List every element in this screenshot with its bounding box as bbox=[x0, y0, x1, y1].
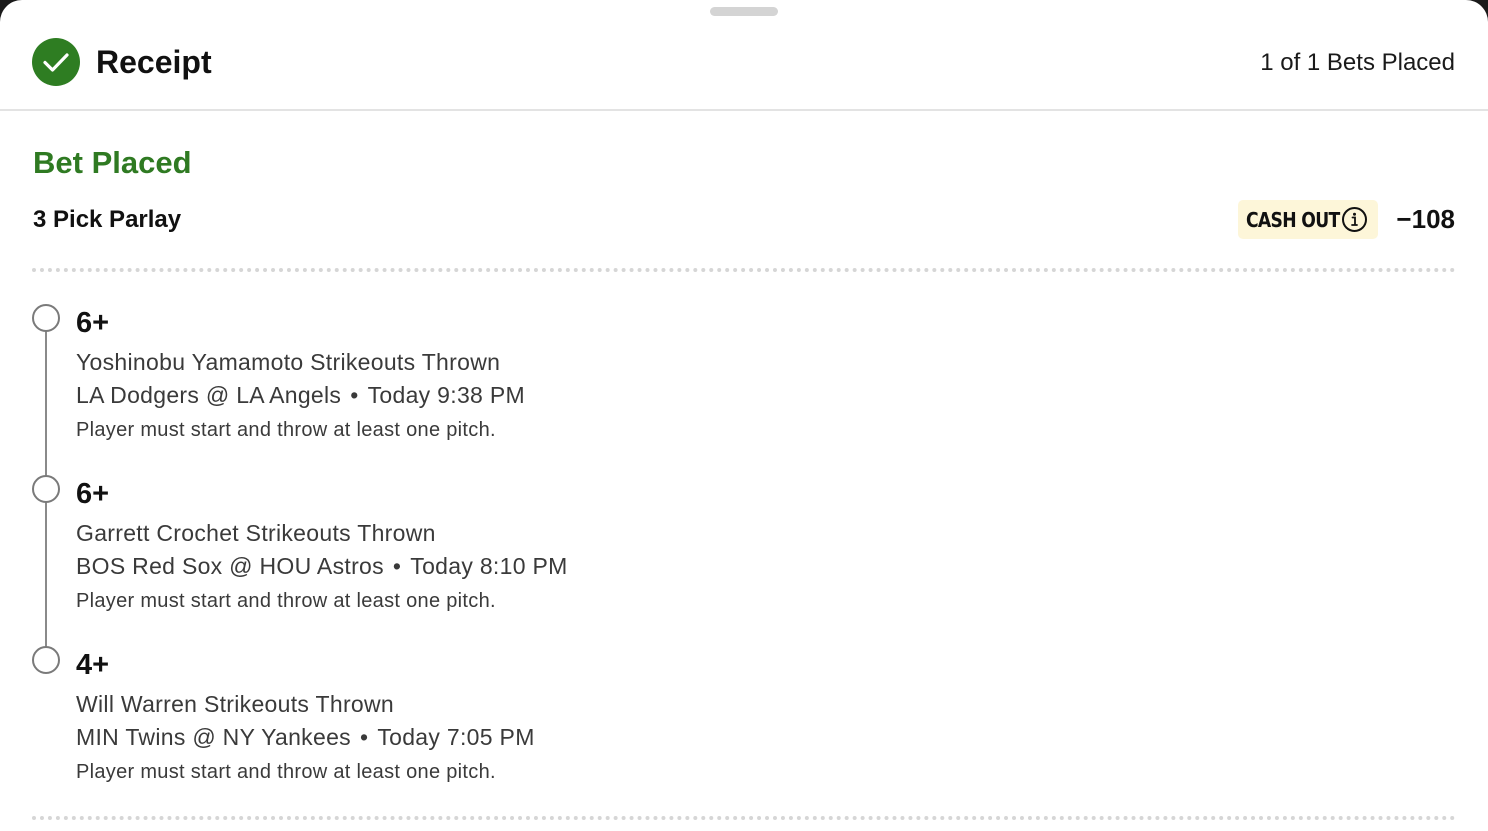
receipt-sheet: Receipt 1 of 1 Bets Placed Bet Placed 3 … bbox=[0, 0, 1488, 831]
leg-time: Today 8:10 PM bbox=[410, 553, 568, 579]
bet-type: 3 Pick Parlay bbox=[33, 206, 182, 233]
leg-line: 6+ bbox=[76, 307, 110, 339]
leg-market: Garrett Crochet Strikeouts Thrown bbox=[76, 520, 436, 546]
parlay-leg: 6+ Garrett Crochet Strikeouts Thrown BOS… bbox=[0, 471, 800, 641]
info-icon[interactable] bbox=[1341, 206, 1368, 233]
bet-odds: −108 bbox=[1396, 204, 1455, 234]
leg-game-info: MIN Twins @ NY Yankees • Today 7:05 PM bbox=[76, 722, 535, 752]
checkmark-circle-icon bbox=[32, 38, 80, 86]
cash-out-label: CASH OUT bbox=[1246, 208, 1340, 232]
cash-out-badge[interactable]: CASH OUT bbox=[1238, 200, 1378, 239]
hollow-circle-icon bbox=[32, 304, 60, 332]
leg-game-info: LA Dodgers @ LA Angels • Today 9:38 PM bbox=[76, 380, 525, 410]
divider bbox=[32, 816, 1456, 820]
leg-game-info: BOS Red Sox @ HOU Astros • Today 8:10 PM bbox=[76, 551, 568, 581]
hollow-circle-icon bbox=[32, 475, 60, 503]
leg-rule: Player must start and throw at least one… bbox=[76, 761, 496, 783]
leg-separator: • bbox=[350, 382, 359, 408]
receipt-header: Receipt 1 of 1 Bets Placed bbox=[0, 0, 1488, 111]
leg-matchup: BOS Red Sox @ HOU Astros bbox=[76, 553, 384, 579]
receipt-title: Receipt bbox=[96, 44, 212, 80]
leg-time: Today 9:38 PM bbox=[367, 382, 525, 408]
leg-separator: • bbox=[359, 724, 369, 750]
leg-matchup: MIN Twins @ NY Yankees bbox=[76, 724, 351, 750]
leg-market: Will Warren Strikeouts Thrown bbox=[76, 691, 394, 717]
leg-rule: Player must start and throw at least one… bbox=[76, 419, 496, 441]
leg-time: Today 7:05 PM bbox=[377, 724, 535, 750]
bets-placed-count: 1 of 1 Bets Placed bbox=[1260, 49, 1455, 76]
parlay-leg: 4+ Will Warren Strikeouts Thrown MIN Twi… bbox=[0, 642, 800, 812]
hollow-circle-icon bbox=[32, 646, 60, 674]
leg-line: 4+ bbox=[76, 649, 110, 681]
leg-market: Yoshinobu Yamamoto Strikeouts Thrown bbox=[76, 349, 501, 375]
divider bbox=[32, 268, 1456, 272]
leg-separator: • bbox=[392, 553, 402, 579]
leg-matchup: LA Dodgers @ LA Angels bbox=[76, 382, 342, 408]
leg-line: 6+ bbox=[76, 478, 110, 510]
leg-rule: Player must start and throw at least one… bbox=[76, 590, 496, 612]
parlay-leg: 6+ Yoshinobu Yamamoto Strikeouts Thrown … bbox=[0, 300, 800, 470]
bet-status: Bet Placed bbox=[33, 145, 192, 180]
